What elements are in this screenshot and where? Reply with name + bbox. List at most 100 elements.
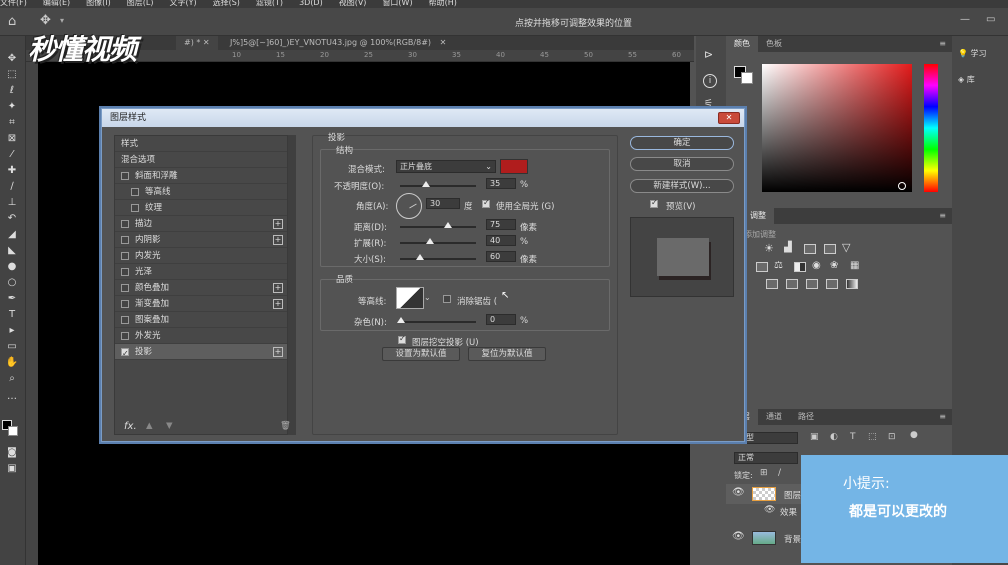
- tab-swatches[interactable]: 色板: [758, 36, 790, 52]
- vibrance-icon[interactable]: ▽: [842, 241, 850, 254]
- style-checkbox[interactable]: [121, 300, 129, 308]
- angle-dial[interactable]: [396, 193, 422, 219]
- style-checkbox[interactable]: [121, 284, 129, 292]
- menu-item[interactable]: 编辑(E): [43, 0, 70, 7]
- noise-slider-thumb[interactable]: [397, 317, 405, 323]
- add-effect-icon[interactable]: +: [273, 219, 283, 229]
- style-list-item[interactable]: 混合选项: [115, 152, 287, 168]
- screen-mode-icon[interactable]: ▣: [4, 462, 20, 476]
- opacity-field[interactable]: 35: [486, 178, 516, 189]
- window-icon[interactable]: ▭: [986, 14, 995, 25]
- close-button[interactable]: ✕: [718, 112, 740, 124]
- style-checkbox[interactable]: [131, 188, 139, 196]
- preview-checkbox[interactable]: [650, 198, 658, 208]
- visibility-eye-icon[interactable]: 👁: [732, 531, 745, 542]
- lock-pixels-icon[interactable]: ⊞: [760, 468, 768, 478]
- set-default-button[interactable]: 设置为默认值: [382, 347, 460, 361]
- blur-tool-icon[interactable]: ●: [4, 260, 20, 274]
- marquee-tool-icon[interactable]: ⬚: [4, 68, 20, 82]
- filter-toggle-icon[interactable]: ●: [910, 430, 918, 440]
- distance-slider-thumb[interactable]: [444, 222, 452, 228]
- channel-mixer-icon[interactable]: ❀: [830, 260, 838, 271]
- style-checkbox[interactable]: [131, 204, 139, 212]
- healing-tool-icon[interactable]: ✚: [4, 164, 20, 178]
- style-list-item[interactable]: 样式: [115, 136, 287, 152]
- style-checkbox[interactable]: [121, 332, 129, 340]
- noise-field[interactable]: 0: [486, 314, 516, 325]
- bg-color-chip[interactable]: [741, 72, 753, 84]
- filter-pixel-icon[interactable]: ▣: [810, 432, 819, 442]
- info-icon[interactable]: i: [703, 74, 717, 88]
- lock-brush-icon[interactable]: ∕: [778, 468, 781, 478]
- visibility-eye-icon[interactable]: 👁: [764, 505, 775, 515]
- style-list-item[interactable]: 描边 +: [115, 216, 287, 232]
- menu-item[interactable]: 选择(S): [213, 0, 240, 7]
- size-slider-thumb[interactable]: [416, 254, 424, 260]
- distance-field[interactable]: 75: [486, 219, 516, 230]
- stamp-tool-icon[interactable]: ⊥: [4, 196, 20, 210]
- opacity-slider[interactable]: [400, 181, 476, 187]
- paint-bucket-icon[interactable]: ◣: [4, 244, 20, 258]
- close-icon[interactable]: ✕: [440, 38, 447, 47]
- brush-tool-icon[interactable]: ∕: [4, 180, 20, 194]
- menu-item[interactable]: 滤镜(T): [256, 0, 283, 7]
- move-tool-icon[interactable]: ✥: [4, 52, 20, 66]
- doc-tab-1[interactable]: #) * ✕: [176, 36, 218, 50]
- contour-picker[interactable]: [396, 287, 424, 309]
- tab-color[interactable]: 颜色: [726, 36, 758, 52]
- background-color-swatch[interactable]: [8, 426, 18, 436]
- move-up-icon[interactable]: ▲: [146, 421, 153, 431]
- panel-menu-icon[interactable]: ≡: [939, 409, 946, 425]
- style-checkbox[interactable]: [121, 316, 129, 324]
- add-effect-icon[interactable]: +: [273, 283, 283, 293]
- history-icon[interactable]: ⊳: [704, 48, 713, 61]
- hue-slider[interactable]: [924, 64, 938, 192]
- menu-item[interactable]: 图层(L): [127, 0, 154, 7]
- shadow-color-swatch[interactable]: [500, 159, 528, 174]
- crop-tool-icon[interactable]: ⌗: [4, 116, 20, 130]
- minimize-icon[interactable]: —: [960, 14, 970, 25]
- antialias-checkbox[interactable]: [443, 295, 451, 303]
- style-list-scrollbar[interactable]: [288, 135, 296, 435]
- filter-type-icon[interactable]: T: [850, 432, 856, 442]
- pen-tool-icon[interactable]: ✒: [4, 292, 20, 306]
- learn-item[interactable]: 💡 学习: [958, 48, 987, 59]
- size-field[interactable]: 60: [486, 251, 516, 262]
- zoom-tool-icon[interactable]: ⌕: [4, 372, 20, 386]
- style-list-item[interactable]: 颜色叠加 +: [115, 280, 287, 296]
- more-tools-icon[interactable]: …: [4, 390, 20, 404]
- style-checkbox[interactable]: [121, 220, 129, 228]
- eraser-tool-icon[interactable]: ◢: [4, 228, 20, 242]
- color-lookup-icon[interactable]: ▦: [850, 260, 859, 271]
- quick-mask-icon[interactable]: ◙: [4, 446, 20, 460]
- visibility-eye-icon[interactable]: 👁: [732, 487, 745, 498]
- spread-slider-thumb[interactable]: [426, 238, 434, 244]
- style-checkbox[interactable]: [121, 252, 129, 260]
- photo-filter-icon[interactable]: ◉: [812, 260, 821, 271]
- home-icon[interactable]: ⌂: [8, 14, 16, 29]
- dodge-tool-icon[interactable]: ○: [4, 276, 20, 290]
- add-effect-icon[interactable]: +: [273, 347, 283, 357]
- bw-icon[interactable]: [794, 262, 806, 272]
- noise-slider[interactable]: [397, 317, 476, 323]
- type-tool-icon[interactable]: T: [4, 308, 20, 322]
- style-list-item[interactable]: 等高线: [115, 184, 287, 200]
- angle-field[interactable]: 30: [426, 198, 460, 209]
- frame-tool-icon[interactable]: ⊠: [4, 132, 20, 146]
- menu-item[interactable]: 文件(F): [0, 0, 27, 7]
- close-icon[interactable]: ✕: [203, 38, 210, 47]
- style-list-item[interactable]: 斜面和浮雕: [115, 168, 287, 184]
- menu-item[interactable]: 3D(D): [299, 0, 323, 7]
- posterize-icon[interactable]: [786, 279, 798, 289]
- style-checkbox[interactable]: [121, 172, 129, 180]
- filter-shape-icon[interactable]: ⬚: [868, 432, 877, 442]
- move-tool-icon[interactable]: ✥: [40, 13, 51, 28]
- style-list-item[interactable]: 纹理: [115, 200, 287, 216]
- menu-item[interactable]: 帮助(H): [429, 0, 457, 7]
- tab-paths[interactable]: 路径: [790, 409, 822, 425]
- libraries-item[interactable]: ◈ 库: [958, 74, 975, 85]
- spread-slider[interactable]: [400, 238, 476, 244]
- move-down-icon[interactable]: ▼: [166, 421, 173, 431]
- cancel-button[interactable]: 取消: [630, 157, 734, 171]
- exposure-icon[interactable]: [824, 244, 836, 254]
